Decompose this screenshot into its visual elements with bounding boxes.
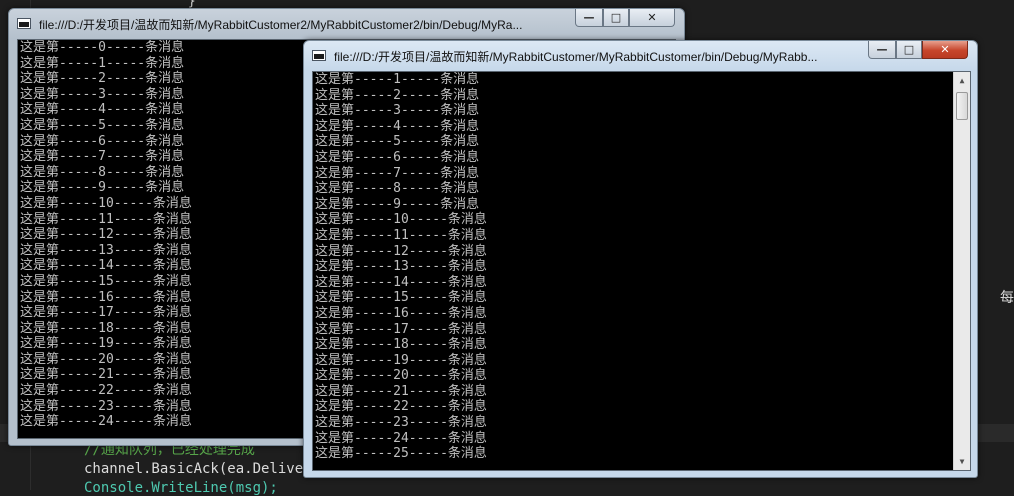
console-line: 这是第-----7-----条消息: [315, 165, 480, 181]
editor-code-line: Console.WriteLine(msg);: [84, 480, 278, 496]
console-line: 这是第-----16-----条消息: [315, 305, 487, 321]
console-line: 这是第-----13-----条消息: [315, 259, 487, 275]
console-line: 这是第-----21-----条消息: [315, 383, 487, 399]
title-bar[interactable]: file:///D:/开发项目/温故而知新/MyRabbitCustomer2/…: [9, 9, 684, 39]
console-line: 这是第-----14-----条消息: [315, 274, 487, 290]
console-line: 这是第-----17-----条消息: [315, 321, 487, 337]
console-line: 这是第-----20-----条消息: [315, 368, 487, 384]
console-line: 这是第-----23-----条消息: [315, 415, 487, 431]
console-line: 这是第-----18-----条消息: [315, 337, 487, 353]
arrow-up-icon[interactable]: ▲: [954, 72, 970, 89]
console-lines: 这是第-----1-----条消息 这是第-----2-----条消息 这是第---…: [315, 72, 955, 462]
editor-code-line: channel.BasicAck(ea.Deliver: [84, 461, 312, 477]
console-line: 这是第-----9-----条消息: [315, 196, 480, 212]
window-title: file:///D:/开发项目/温故而知新/MyRabbitCustomer2/…: [39, 18, 523, 32]
minimize-icon: —: [583, 11, 595, 24]
minimize-button[interactable]: —: [575, 9, 603, 27]
console-line: 这是第-----10-----条消息: [315, 212, 487, 228]
console-line: 这是第-----2-----条消息: [315, 87, 480, 103]
scrollbar-thumb[interactable]: [956, 92, 968, 120]
console-output[interactable]: 这是第-----1-----条消息 这是第-----2-----条消息 这是第---…: [312, 71, 971, 471]
console-line: 这是第-----6-----条消息: [315, 149, 480, 165]
close-icon: ✕: [647, 11, 657, 24]
console-window-icon[interactable]: [312, 50, 326, 61]
console-window-customer[interactable]: file:///D:/开发项目/温故而知新/MyRabbitCustomer/M…: [303, 40, 978, 478]
editor-code-fragment: 每一: [1000, 290, 1014, 306]
console-line: 这是第-----15-----条消息: [315, 290, 487, 306]
console-line: 这是第-----8-----条消息: [315, 181, 480, 197]
maximize-icon: □: [903, 43, 915, 56]
console-line: 这是第-----1-----条消息: [315, 72, 480, 87]
window-title: file:///D:/开发项目/温故而知新/MyRabbitCustomer/M…: [334, 50, 818, 64]
maximize-button[interactable]: □: [896, 41, 922, 59]
arrow-down-icon[interactable]: ▼: [954, 453, 970, 470]
console-line: 这是第-----11-----条消息: [315, 227, 487, 243]
maximize-button[interactable]: □: [603, 9, 629, 27]
console-line: 这是第-----22-----条消息: [315, 399, 487, 415]
console-line: 这是第-----4-----条消息: [315, 118, 480, 134]
title-bar[interactable]: file:///D:/开发项目/温故而知新/MyRabbitCustomer/M…: [304, 41, 977, 71]
minimize-icon: —: [876, 43, 888, 56]
console-line: 这是第-----19-----条消息: [315, 352, 487, 368]
console-line: 这是第-----5-----条消息: [315, 134, 480, 150]
close-icon: ✕: [940, 43, 950, 56]
minimize-button[interactable]: —: [868, 41, 896, 59]
console-window-icon[interactable]: [17, 18, 31, 29]
console-line: 这是第-----3-----条消息: [315, 103, 480, 119]
maximize-icon: □: [610, 11, 622, 24]
console-line: 这是第-----12-----条消息: [315, 243, 487, 259]
close-button[interactable]: ✕: [922, 41, 968, 59]
close-button[interactable]: ✕: [629, 9, 675, 27]
console-line: 这是第-----24-----条消息: [315, 430, 487, 446]
console-line: 这是第-----25-----条消息: [315, 446, 487, 462]
vertical-scrollbar[interactable]: ▲ ▼: [953, 72, 970, 470]
